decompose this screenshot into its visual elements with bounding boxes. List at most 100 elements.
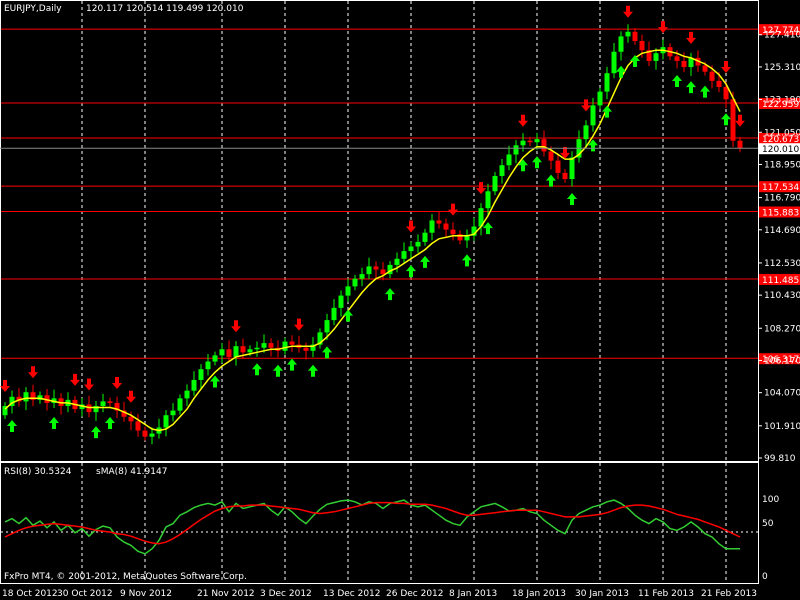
candle-body <box>632 31 638 42</box>
rsi-ma-label: sMA(8) 41.9147 <box>96 467 167 477</box>
price-tick-label: 101.910 <box>764 422 800 432</box>
candle-body <box>555 160 561 173</box>
current-price-label: 120.010 <box>762 145 799 155</box>
candle-body <box>709 71 715 81</box>
price-axis: 127.410 125.310 123.190 121.050 118.950 116.7… <box>758 31 800 464</box>
price-tick-label: 106.170 <box>764 356 800 366</box>
level-label: 115.883 <box>762 208 799 218</box>
time-label: 8 Jan 2013 <box>449 589 497 599</box>
candle-body <box>681 60 687 68</box>
candle-body <box>443 223 449 230</box>
candle-body <box>128 416 134 422</box>
time-label: 13 Dec 2012 <box>323 589 381 599</box>
main-chart-frame <box>0 0 759 462</box>
candle-body <box>338 295 344 308</box>
rsi-tick-100: 100 <box>762 495 779 505</box>
symbol-period: EURJPY,Daily <box>4 4 62 14</box>
price-tick-label: 125.310 <box>764 63 800 73</box>
candle-body <box>170 410 176 416</box>
candle-body <box>191 379 197 391</box>
time-label: 9 Nov 2012 <box>120 589 172 599</box>
time-label: 30 Jan 2013 <box>575 589 629 599</box>
price-tick-label: 112.530 <box>764 259 800 269</box>
candle-body <box>625 31 631 37</box>
price-tick-label: 114.690 <box>764 226 800 236</box>
candle-body <box>23 392 29 402</box>
candle-body <box>247 349 253 353</box>
candle-body <box>233 346 239 357</box>
candle-body <box>408 246 414 252</box>
candle-body <box>422 232 428 242</box>
price-tick-label: 127.410 <box>764 31 800 41</box>
level-label: 111.485 <box>762 276 799 286</box>
time-label: 11 Feb 2013 <box>638 589 694 599</box>
candle-body <box>359 274 365 279</box>
rsi-label: RSI(8) 30.5324 <box>4 467 72 477</box>
candle-body <box>163 415 169 428</box>
candle-body <box>268 343 274 348</box>
candle-body <box>506 154 512 166</box>
candle-body <box>653 53 659 61</box>
candle-body <box>611 51 617 74</box>
candle-body <box>324 320 330 333</box>
candle-body <box>177 398 183 411</box>
candle-body <box>485 191 491 209</box>
candle-body <box>219 349 225 356</box>
ohlc-values: 120.117 120.514 119.499 120.010 <box>86 4 244 14</box>
candle-body <box>618 36 624 52</box>
candle-body <box>142 430 148 437</box>
candle-body <box>527 140 533 143</box>
candle-body <box>583 125 589 140</box>
candle-body <box>135 421 141 431</box>
candle-body <box>639 41 645 51</box>
candle-body <box>352 278 358 287</box>
candle-body <box>240 346 246 353</box>
candle-body <box>107 401 113 403</box>
candle-body <box>261 343 267 348</box>
price-tick-label: 108.270 <box>764 324 800 334</box>
copyright-footer: FxPro MT4, © 2001-2012, MetaQuotes Softw… <box>4 572 247 582</box>
candle-body <box>254 347 260 350</box>
candle-body <box>86 404 92 413</box>
candle-body <box>303 347 309 351</box>
candle-body <box>730 99 736 141</box>
candle-body <box>289 341 295 345</box>
time-label: 30 Oct 2012 <box>57 589 113 599</box>
candle-body <box>534 139 540 143</box>
rsi-tick-50: 50 <box>762 519 774 529</box>
candle-body <box>415 241 421 247</box>
candle-body <box>331 307 337 321</box>
time-axis: 18 Oct 2012 30 Oct 2012 9 Nov 2012 21 Nov 2… <box>2 589 757 599</box>
candle-body <box>716 80 722 88</box>
candle-body <box>590 105 596 126</box>
time-label: 26 Dec 2012 <box>386 589 444 599</box>
candle-body <box>569 157 575 180</box>
price-tick-label: 123.190 <box>764 95 800 105</box>
time-label: 18 Jan 2013 <box>512 589 566 599</box>
candle-body <box>205 361 211 370</box>
time-label: 3 Dec 2012 <box>260 589 312 599</box>
candle-body <box>737 140 743 149</box>
candle-body <box>184 390 190 399</box>
candle-body <box>436 220 442 224</box>
candle-body <box>373 266 379 270</box>
candle-body <box>492 175 498 192</box>
candle-body <box>212 355 218 362</box>
candle-body <box>366 266 372 275</box>
candle-body <box>450 229 456 235</box>
candle-body <box>429 220 435 233</box>
candle-body <box>198 369 204 380</box>
candle-body <box>702 65 708 72</box>
chart-canvas[interactable]: 127.774122.959120.673117.534115.883111.4… <box>0 0 800 600</box>
candle-body <box>282 341 288 351</box>
candle-body <box>513 145 519 155</box>
candle-body <box>149 433 155 437</box>
candle-body <box>499 165 505 176</box>
indicator-frame <box>0 462 759 584</box>
candle-body <box>562 172 568 180</box>
time-label: 18 Oct 2012 <box>2 589 58 599</box>
candle-body <box>548 151 554 161</box>
candle-body <box>520 140 526 146</box>
candle-body <box>380 269 386 275</box>
level-label: 117.534 <box>762 183 799 193</box>
